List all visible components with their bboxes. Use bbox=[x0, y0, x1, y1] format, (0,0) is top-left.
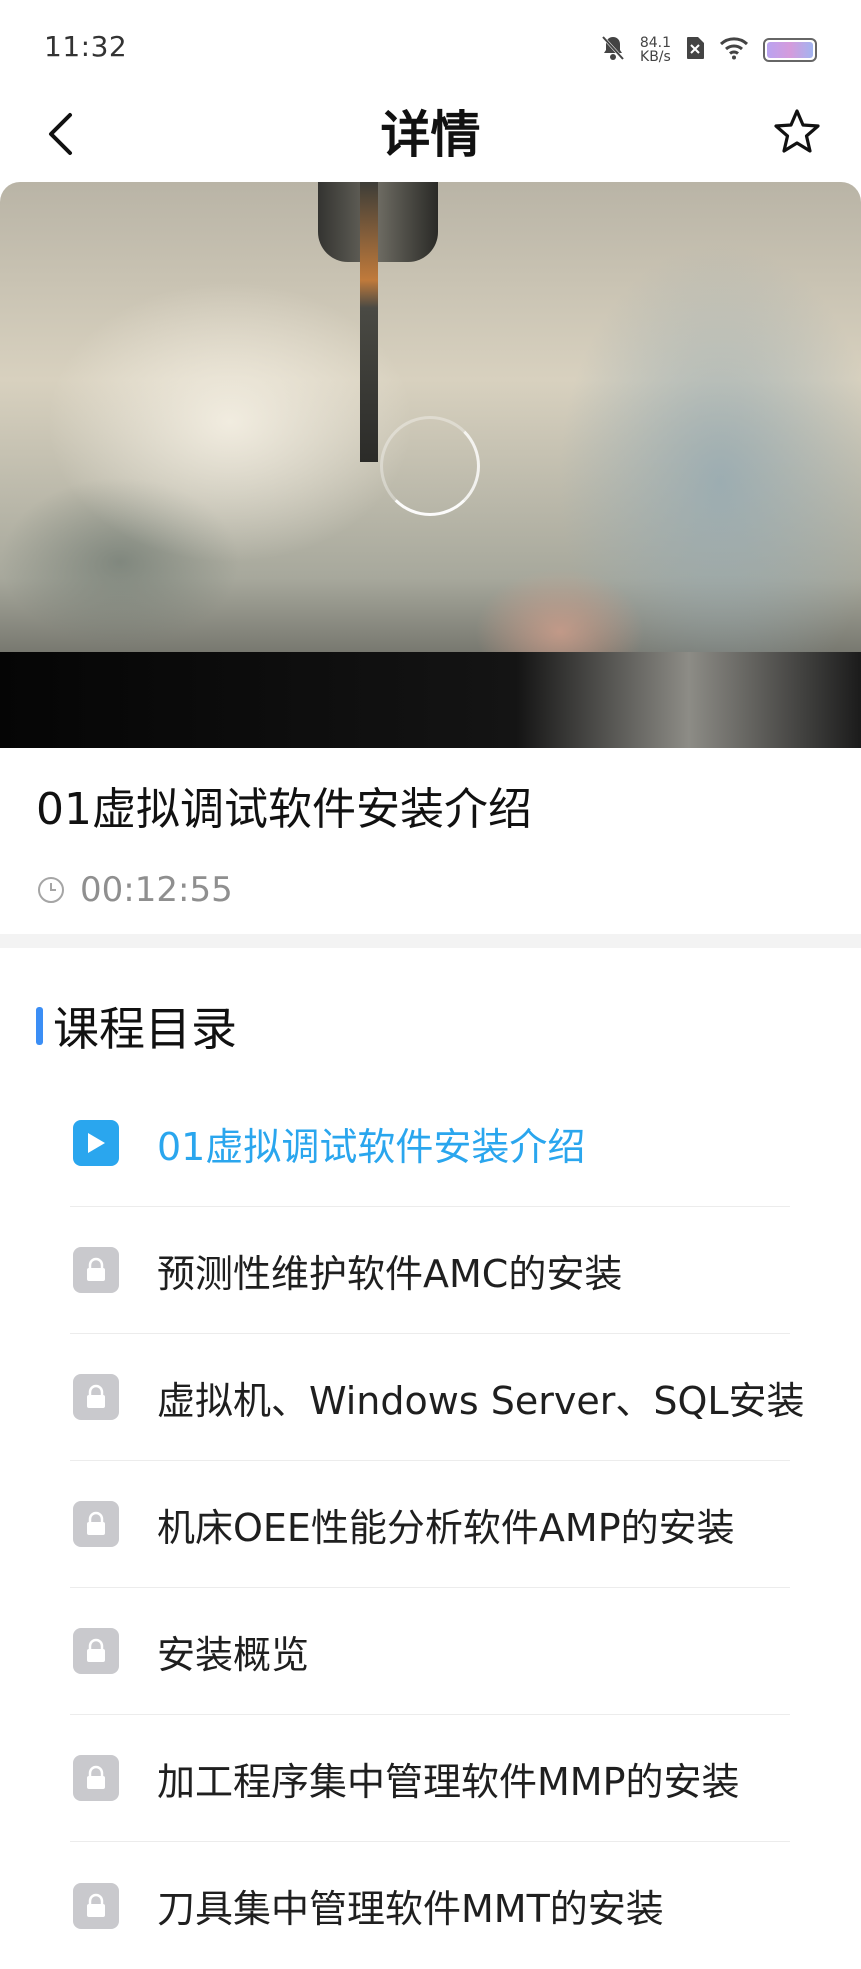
video-player[interactable] bbox=[0, 182, 861, 748]
wifi-icon bbox=[719, 36, 749, 64]
network-speed-unit: KB/s bbox=[640, 49, 671, 65]
status-icons: 84.1 KB/s bbox=[600, 30, 817, 70]
course-item[interactable]: 刀具集中管理软件MMT的安装 bbox=[70, 1842, 790, 1969]
lesson-duration: 00:12:55 bbox=[36, 868, 233, 912]
duration-text: 00:12:55 bbox=[80, 870, 233, 910]
status-time: 11:32 bbox=[44, 30, 128, 63]
network-speed-value: 84.1 bbox=[639, 35, 671, 51]
page-title: 详情 bbox=[380, 106, 481, 164]
course-item[interactable]: 加工程序集中管理软件MMP的安装 bbox=[70, 1715, 790, 1842]
course-item[interactable]: 预测性维护软件AMC的安装 bbox=[70, 1207, 790, 1334]
lock-icon bbox=[73, 1628, 119, 1674]
network-speed: 84.1 KB/s bbox=[640, 36, 671, 64]
course-item-label: 安装概览 bbox=[157, 1632, 310, 1677]
video-frame-detail bbox=[318, 182, 438, 262]
course-item[interactable]: 01虚拟调试软件安装介绍 bbox=[70, 1080, 790, 1207]
course-item-label: 虚拟机、Windows Server、SQL安装 bbox=[157, 1378, 805, 1423]
sim-off-icon bbox=[685, 36, 705, 64]
lesson-title: 01虚拟调试软件安装介绍 bbox=[36, 784, 532, 835]
catalog-accent-bar bbox=[36, 1007, 43, 1045]
lock-icon bbox=[73, 1882, 119, 1929]
mute-icon bbox=[600, 34, 626, 66]
course-item[interactable]: 虚拟机、Windows Server、SQL安装 bbox=[70, 1334, 805, 1461]
catalog-header: 课程目录 bbox=[36, 996, 237, 1056]
lock-icon bbox=[73, 1247, 119, 1293]
course-item-label: 01虚拟调试软件安装介绍 bbox=[157, 1124, 586, 1169]
lock-icon bbox=[73, 1501, 119, 1547]
star-outline-icon bbox=[774, 109, 820, 153]
course-item-label: 预测性维护软件AMC的安装 bbox=[157, 1251, 623, 1296]
play-icon bbox=[73, 1120, 119, 1166]
lock-icon bbox=[73, 1755, 119, 1801]
loading-spinner-icon bbox=[380, 416, 480, 516]
clock-icon bbox=[38, 877, 64, 903]
favorite-button[interactable] bbox=[769, 102, 825, 162]
course-item-label: 加工程序集中管理软件MMP的安装 bbox=[157, 1759, 740, 1804]
course-item[interactable]: 安装概览 bbox=[70, 1588, 790, 1715]
course-item-label: 刀具集中管理软件MMT的安装 bbox=[157, 1887, 664, 1931]
lock-icon bbox=[73, 1374, 119, 1420]
battery-icon bbox=[763, 38, 817, 62]
app-header: 详情 bbox=[0, 100, 861, 182]
course-list: 01虚拟调试软件安装介绍 预测性维护软件AMC的安装 虚拟机、Windows S… bbox=[70, 1080, 805, 1969]
video-frame-detail bbox=[360, 182, 378, 462]
status-bar: 11:32 84.1 KB/s bbox=[0, 0, 861, 100]
video-frame-detail bbox=[0, 652, 861, 748]
course-item[interactable]: 机床OEE性能分析软件AMP的安装 bbox=[70, 1461, 790, 1588]
section-divider bbox=[0, 934, 861, 948]
catalog-title: 课程目录 bbox=[53, 1002, 237, 1056]
course-item-label: 机床OEE性能分析软件AMP的安装 bbox=[157, 1505, 735, 1550]
